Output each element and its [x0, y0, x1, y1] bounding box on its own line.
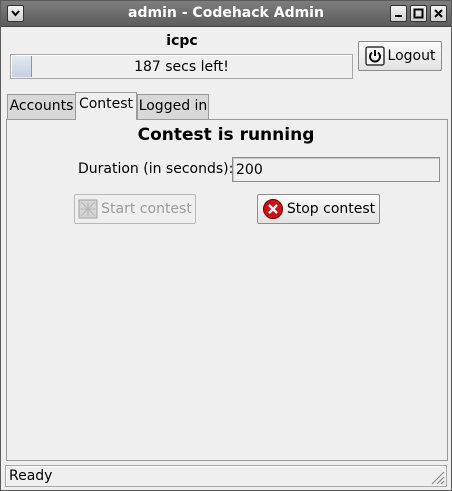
status-text: Ready: [9, 468, 53, 484]
close-button[interactable]: [430, 5, 447, 22]
logout-label: Logout: [387, 48, 436, 64]
username-label: icpc: [166, 33, 198, 49]
start-icon: [78, 199, 98, 219]
status-bar: Ready: [5, 465, 447, 487]
app-window: admin - Codehack Admin icpc 187 secs lef…: [0, 0, 452, 491]
power-icon: [364, 46, 385, 66]
start-contest-label: Start contest: [101, 201, 192, 217]
close-icon: [434, 9, 443, 18]
duration-input[interactable]: [232, 157, 440, 182]
time-remaining-text: 187 secs left!: [134, 59, 229, 75]
tab-logged-in[interactable]: Logged in: [137, 94, 209, 119]
stop-contest-label: Stop contest: [286, 201, 376, 217]
contest-status-heading: Contest is running: [137, 125, 315, 145]
logout-button[interactable]: Logout: [358, 41, 442, 71]
duration-label: Duration (in seconds):: [78, 161, 234, 177]
title-bar[interactable]: admin - Codehack Admin: [1, 1, 451, 27]
maximize-icon: [413, 8, 424, 19]
maximize-button[interactable]: [410, 5, 427, 22]
window-title: admin - Codehack Admin: [128, 5, 324, 21]
resize-grip-icon[interactable]: [429, 469, 445, 485]
start-contest-button[interactable]: Start contest: [74, 194, 196, 224]
time-remaining-progress: 187 secs left!: [10, 54, 353, 79]
minimize-button[interactable]: [390, 5, 407, 22]
stop-icon: [262, 199, 283, 219]
minimize-icon: [395, 15, 402, 17]
tab-accounts[interactable]: Accounts: [7, 94, 76, 119]
stop-contest-button[interactable]: Stop contest: [257, 194, 380, 224]
tab-contest[interactable]: Contest: [75, 92, 137, 120]
